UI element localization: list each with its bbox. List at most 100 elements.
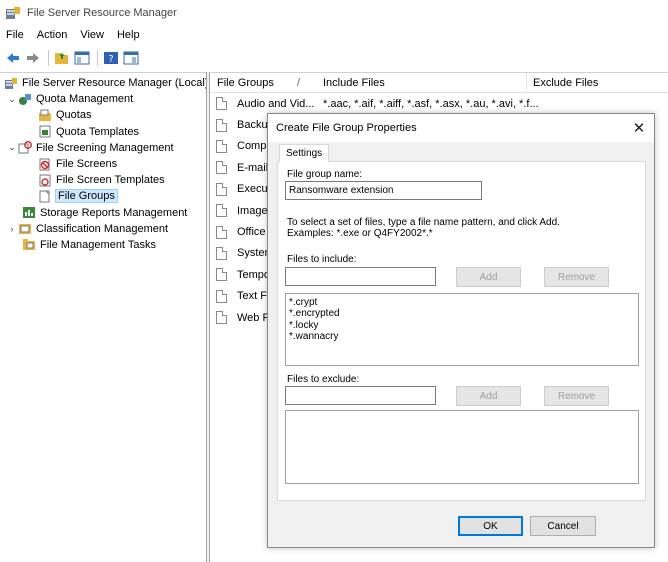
instruction-text-line1: To select a set of files, type a file na… — [287, 217, 560, 228]
menu-help[interactable]: Help — [117, 29, 140, 41]
include-pattern-item[interactable]: *.locky — [289, 320, 635, 331]
include-pattern-item[interactable]: *.crypt — [289, 297, 635, 308]
list-header: File Groups / Include Files Exclude File… — [211, 72, 668, 93]
tree-label: File Management Tasks — [40, 238, 156, 251]
tree-item-file-groups[interactable]: File Groups — [0, 188, 206, 204]
tab-settings[interactable]: Settings — [279, 144, 330, 162]
file-group-document-icon — [216, 97, 227, 111]
menu-bar: File Action View Help — [0, 26, 153, 44]
window-title: File Server Resource Manager — [27, 7, 177, 19]
exclude-add-button[interactable]: Add — [456, 386, 521, 406]
file-group-document-icon — [216, 118, 227, 132]
quotas-icon — [38, 109, 52, 122]
file-group-document-icon — [216, 182, 227, 196]
toolbar-separator — [97, 50, 98, 66]
tree-item-storage-reports-management[interactable]: Storage Reports Management — [0, 205, 206, 221]
file-group-document-icon — [216, 246, 227, 260]
file-screening-management-icon — [18, 141, 32, 154]
file-groups-icon — [38, 190, 52, 203]
dialog-title-bar: Create File Group Properties ✕ — [268, 114, 654, 142]
tree-label: Quota Templates — [56, 125, 139, 138]
classification-management-icon — [18, 222, 32, 235]
file-management-tasks-icon — [22, 238, 36, 251]
include-add-button[interactable]: Add — [456, 267, 521, 287]
file-group-document-icon — [216, 311, 227, 325]
quota-templates-icon — [38, 125, 52, 138]
fsrm-app-icon — [5, 6, 21, 20]
ok-button[interactable]: OK — [458, 516, 523, 536]
tree-item-file-management-tasks[interactable]: File Management Tasks — [0, 237, 206, 253]
sort-indicator: / — [297, 76, 301, 89]
menu-file[interactable]: File — [6, 29, 24, 41]
chevron-right-icon[interactable]: › — [6, 224, 18, 234]
toolbar: ? — [0, 47, 142, 69]
menu-action[interactable]: Action — [37, 29, 68, 41]
tree-item-quotas[interactable]: Quotas — [0, 107, 206, 123]
file-group-name-label: File group name: — [287, 169, 363, 180]
cancel-button[interactable]: Cancel — [530, 516, 596, 536]
column-header-file-groups[interactable]: File Groups — [211, 73, 297, 93]
tree-item-file-screening-management[interactable]: ⌄ File Screening Management — [0, 140, 206, 156]
file-group-document-icon — [216, 161, 227, 175]
column-header-include-files[interactable]: Include Files — [317, 72, 527, 93]
menu-view[interactable]: View — [80, 29, 104, 41]
tree-label: File Groups — [55, 189, 118, 204]
instruction-text-line2: Examples: *.exe or Q4FY2002*.* — [287, 228, 433, 239]
file-group-document-icon — [216, 268, 227, 282]
quota-management-icon — [18, 93, 32, 106]
file-group-document-icon — [216, 139, 227, 153]
svg-text:?: ? — [108, 54, 113, 65]
files-to-exclude-label: Files to exclude: — [287, 374, 360, 385]
pane-splitter[interactable] — [206, 72, 210, 562]
tree-label: Classification Management — [36, 222, 169, 235]
file-group-name-input[interactable]: Ransomware extension — [285, 181, 482, 200]
list-item[interactable]: Audio and Vid... *.aac, *.aif, *.aiff, *.… — [211, 93, 668, 114]
file-group-name: Audio and Vid... — [237, 97, 315, 110]
close-icon[interactable]: ✕ — [624, 114, 654, 142]
up-folder-icon[interactable] — [53, 49, 71, 67]
tree-label: File Screening Management — [36, 141, 174, 154]
show-action-pane-icon[interactable] — [122, 49, 140, 67]
chevron-down-icon[interactable]: ⌄ — [6, 94, 18, 105]
help-icon[interactable]: ? — [102, 49, 120, 67]
tree-item-file-screen-templates[interactable]: File Screen Templates — [0, 172, 206, 188]
files-to-exclude-list[interactable] — [285, 410, 639, 484]
forward-arrow-icon[interactable] — [24, 49, 42, 67]
file-screen-templates-icon — [38, 174, 52, 187]
dialog-title: Create File Group Properties — [276, 122, 417, 134]
toolbar-separator — [48, 50, 49, 66]
include-pattern-item[interactable]: *.wannacry — [289, 331, 635, 342]
file-group-document-icon — [216, 289, 227, 303]
exclude-pattern-input[interactable] — [285, 386, 436, 405]
file-screens-icon — [38, 158, 52, 171]
show-hide-console-tree-icon[interactable] — [73, 49, 91, 67]
tree-label: File Screens — [56, 158, 118, 171]
include-pattern-item[interactable]: *.encrypted — [289, 308, 635, 319]
exclude-remove-button[interactable]: Remove — [544, 386, 609, 406]
files-to-include-list[interactable]: *.crypt *.encrypted *.locky *.wannacry — [285, 293, 639, 366]
settings-panel: File group name: Ransomware extension To… — [277, 161, 646, 501]
tree-label: File Screen Templates — [56, 174, 165, 187]
file-group-include-files: *.aac, *.aif, *.aiff, *.asf, *.asx, *.au… — [323, 97, 539, 110]
tree-item-quota-templates[interactable]: Quota Templates — [0, 124, 206, 140]
files-to-include-label: Files to include: — [287, 254, 357, 265]
fsrm-icon — [4, 77, 18, 90]
tree-label: Storage Reports Management — [40, 206, 188, 219]
tree-label: Quotas — [56, 109, 92, 122]
tree-label: File Server Resource Manager (Local) — [22, 77, 209, 90]
include-pattern-input[interactable] — [285, 267, 436, 286]
tree-item-file-screens[interactable]: File Screens — [0, 156, 206, 172]
column-header-exclude-files[interactable]: Exclude Files — [527, 73, 657, 93]
tree-item-classification-management[interactable]: › Classification Management — [0, 221, 206, 237]
include-remove-button[interactable]: Remove — [544, 267, 609, 287]
title-bar: File Server Resource Manager — [0, 0, 668, 26]
storage-reports-icon — [22, 206, 36, 219]
console-tree: File Server Resource Manager (Local) ⌄ Q… — [0, 72, 209, 562]
back-arrow-icon[interactable] — [4, 49, 22, 67]
create-file-group-dialog: Create File Group Properties ✕ Settings … — [267, 113, 655, 548]
chevron-down-icon[interactable]: ⌄ — [6, 142, 18, 153]
file-group-document-icon — [216, 225, 227, 239]
tree-item-quota-management[interactable]: ⌄ Quota Management — [0, 91, 206, 107]
tree-label: Quota Management — [36, 93, 134, 106]
tree-item-root[interactable]: File Server Resource Manager (Local) — [0, 75, 209, 91]
